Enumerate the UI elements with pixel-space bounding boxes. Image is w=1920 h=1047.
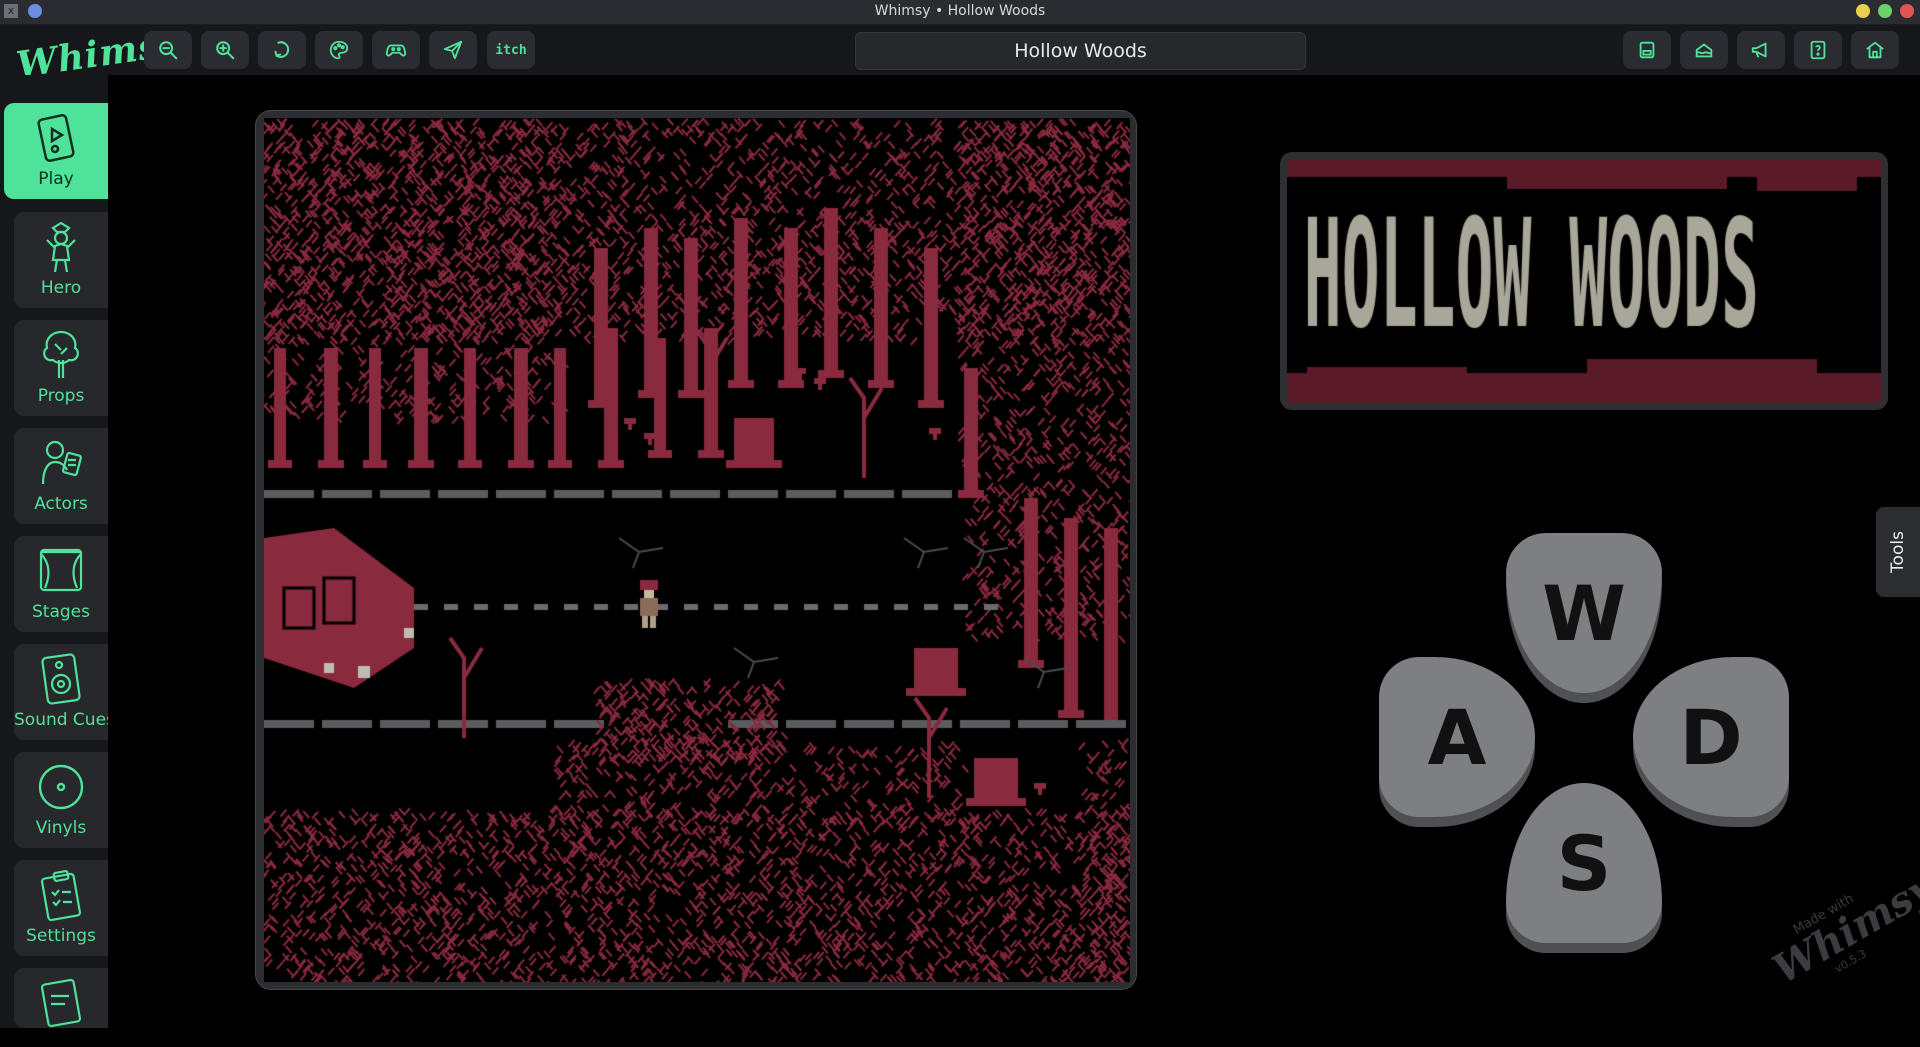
window-title: Whimsy • Hollow Woods: [874, 3, 1046, 19]
sidebar-item-actors[interactable]: Actors: [14, 428, 108, 524]
palette-button[interactable]: [315, 31, 363, 69]
zoom-in-button[interactable]: [201, 31, 249, 69]
sidebar-item-label: Stages: [32, 602, 90, 622]
hero-icon: [46, 221, 76, 273]
close-window-button[interactable]: [1900, 4, 1914, 18]
home-button[interactable]: [1851, 31, 1899, 69]
cake-icon: [1695, 43, 1713, 58]
sidebar-item-label: Actors: [34, 494, 88, 514]
stage-icon: [39, 548, 83, 592]
zoom-out-icon: [159, 41, 178, 60]
sidebar-item-label: Props: [37, 386, 85, 406]
book-icon: [40, 978, 82, 1028]
send-icon: [443, 40, 463, 60]
save-button[interactable]: [1623, 31, 1671, 69]
sidebar-item-stages[interactable]: Stages: [14, 536, 108, 632]
itch-icon: itch: [495, 42, 527, 58]
palette-icon: [329, 40, 349, 60]
help-button[interactable]: [1794, 31, 1842, 69]
help-icon: [1810, 40, 1826, 60]
itch-button[interactable]: itch: [487, 31, 535, 69]
megaphone-icon: [1751, 42, 1767, 58]
sidebar-item-play[interactable]: Play: [4, 103, 108, 199]
zoom-out-button[interactable]: [144, 31, 192, 69]
vinyl-icon: [38, 764, 84, 810]
tools-tab[interactable]: Tools: [1876, 507, 1920, 597]
game-screen[interactable]: [264, 118, 1130, 982]
sidebar-item-label: Vinyls: [35, 818, 87, 838]
reload-icon: [274, 41, 290, 58]
reload-button[interactable]: [258, 31, 306, 69]
clipboard-icon: [40, 870, 82, 922]
sidebar-item-label: Play: [38, 169, 74, 189]
sidebar-item-more[interactable]: [14, 968, 108, 1028]
sidebar: Play Hero Props Actors Stages Sound Cues…: [0, 75, 115, 1028]
sidebar-item-label: Hero: [40, 278, 82, 298]
sidebar-item-label: Settings: [26, 926, 96, 946]
announce-button[interactable]: [1737, 31, 1785, 69]
actor-icon: [41, 440, 83, 485]
maximize-button[interactable]: [1878, 4, 1892, 18]
cake-button[interactable]: [1680, 31, 1728, 69]
home-icon: [1866, 41, 1884, 59]
gamepad-button[interactable]: [372, 31, 420, 69]
tree-icon: [43, 330, 79, 378]
title-art: [1287, 159, 1881, 403]
toolbar: Whimsy itch Hollow Woods: [0, 22, 1920, 86]
sidebar-item-hero[interactable]: Hero: [14, 212, 108, 308]
sidebar-item-sound-cues[interactable]: Sound Cues: [14, 644, 115, 740]
speaker-icon: [41, 653, 81, 705]
game-name-field[interactable]: Hollow Woods: [855, 32, 1306, 70]
sidebar-item-settings[interactable]: Settings: [14, 860, 108, 956]
sidebar-item-label: Sound Cues: [14, 710, 115, 730]
window-title-bar: x Whimsy • Hollow Woods: [0, 0, 1920, 25]
minimize-button[interactable]: [1856, 4, 1870, 18]
save-icon: [1639, 41, 1655, 59]
sidebar-item-vinyls[interactable]: Vinyls: [14, 752, 108, 848]
play-card-icon: [37, 114, 75, 162]
zoom-in-icon: [216, 41, 235, 60]
publish-button[interactable]: [429, 31, 477, 69]
sidebar-item-props[interactable]: Props: [14, 320, 108, 416]
tools-tab-label: Tools: [1887, 531, 1908, 573]
gamepad-icon: [385, 44, 407, 57]
